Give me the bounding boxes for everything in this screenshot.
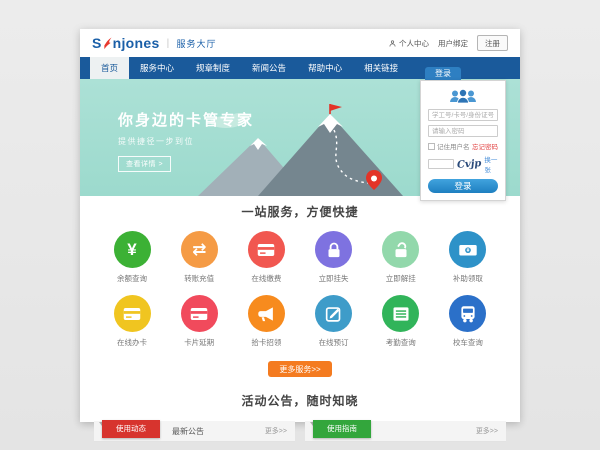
banner-text-block: 你身边的卡管专家 提供捷径一步到位 查看详情 > xyxy=(118,109,254,172)
banknote-icon xyxy=(449,231,486,268)
service-label: 卡片延期 xyxy=(171,337,227,348)
remember-label: 记住用户名 xyxy=(437,141,470,151)
users-icon xyxy=(448,87,478,105)
announcement-panel-left: 使用动态 最新公告 更多>> xyxy=(94,421,295,442)
services-row-2: 在线办卡 卡片延期 拾卡招领 在线预订 考勤查询 xyxy=(80,295,520,348)
login-form: 记住用户名 忘记密码 Cvjp 换一张 登录 xyxy=(420,80,506,201)
site-subtitle: 服务大厅 xyxy=(176,37,216,50)
forgot-password-link[interactable]: 忘记密码 xyxy=(472,141,498,151)
register-button[interactable]: 注册 xyxy=(477,35,508,51)
site-logo: S njones | 服务大厅 xyxy=(92,35,216,51)
user-binding-link[interactable]: 用户绑定 xyxy=(438,38,468,49)
nav-item-links[interactable]: 相关链接 xyxy=(353,57,409,79)
bank-card-icon xyxy=(248,231,285,268)
list-icon xyxy=(382,295,419,332)
announcements-title: 活动公告，随时知晓 xyxy=(80,392,520,409)
tab-latest-notices[interactable]: 最新公告 xyxy=(172,426,204,437)
service-label: 立即解挂 xyxy=(373,273,429,284)
service-item[interactable]: 考勤查询 xyxy=(373,295,429,348)
more-link[interactable]: 更多>> xyxy=(265,426,287,436)
transfer-icon: ⇄ xyxy=(181,231,218,268)
desktop-background: S njones | 服务大厅 个人中心 用户绑定 注册 xyxy=(0,0,600,450)
megaphone-icon xyxy=(248,295,285,332)
more-link[interactable]: 更多>> xyxy=(476,426,498,436)
tab-usage-guide[interactable]: 使用指南 xyxy=(313,420,371,438)
captcha-row: Cvjp 换一张 xyxy=(428,154,498,174)
announcements-section: 活动公告，随时知晓 使用动态 最新公告 更多>> 使用指南 更多>> xyxy=(80,392,520,442)
bank-card-icon xyxy=(114,295,151,332)
service-item[interactable]: 拾卡招领 xyxy=(238,295,294,348)
service-item[interactable]: 立即解挂 xyxy=(373,231,429,284)
unlock-icon xyxy=(382,231,419,268)
site-header: S njones | 服务大厅 个人中心 用户绑定 注册 xyxy=(80,29,520,57)
bus-icon xyxy=(449,295,486,332)
login-options: 记住用户名 忘记密码 xyxy=(428,141,498,151)
service-label: 考勤查询 xyxy=(373,337,429,348)
edit-icon xyxy=(315,295,352,332)
banner-subtitle: 提供捷径一步到位 xyxy=(118,136,254,147)
service-label: 余额查询 xyxy=(104,273,160,284)
service-item[interactable]: ⇄ 转账充值 xyxy=(171,231,227,284)
service-label: 在线办卡 xyxy=(104,337,160,348)
announcement-panels: 使用动态 最新公告 更多>> 使用指南 更多>> xyxy=(80,421,520,442)
nav-item-rules[interactable]: 规章制度 xyxy=(185,57,241,79)
login-tab[interactable]: 登录 xyxy=(425,67,461,80)
service-label: 在线缴费 xyxy=(238,273,294,284)
service-label: 校车查询 xyxy=(440,337,496,348)
services-title: 一站服务，方便快捷 xyxy=(80,203,520,220)
portal-page: S njones | 服务大厅 个人中心 用户绑定 注册 xyxy=(80,29,520,422)
banner-title: 你身边的卡管专家 xyxy=(118,109,254,130)
nav-item-help[interactable]: 帮助中心 xyxy=(297,57,353,79)
captcha-image[interactable]: Cvjp xyxy=(457,158,482,171)
hero-banner: 你身边的卡管专家 提供捷径一步到位 查看详情 > 登录 xyxy=(80,79,520,196)
services-section: 一站服务，方便快捷 ¥ 余额查询 ⇄ 转账充值 在线缴费 立即挂失 xyxy=(80,196,520,377)
lock-icon xyxy=(315,231,352,268)
user-icon xyxy=(388,39,397,48)
service-label: 拾卡招领 xyxy=(238,337,294,348)
service-label: 补助领取 xyxy=(440,273,496,284)
tab-usage-news[interactable]: 使用动态 xyxy=(102,420,160,438)
personal-center-link[interactable]: 个人中心 xyxy=(388,38,429,49)
service-item[interactable]: 补助领取 xyxy=(440,231,496,284)
announcement-panel-right: 使用指南 更多>> xyxy=(305,421,506,442)
password-input[interactable] xyxy=(428,125,498,137)
captcha-refresh-link[interactable]: 换一张 xyxy=(484,154,498,174)
services-row-1: ¥ 余额查询 ⇄ 转账充值 在线缴费 立即挂失 立即解挂 xyxy=(80,231,520,284)
login-button[interactable]: 登录 xyxy=(428,179,498,193)
service-label: 转账充值 xyxy=(171,273,227,284)
banner-cta-button[interactable]: 查看详情 > xyxy=(118,156,171,172)
service-item[interactable]: 校车查询 xyxy=(440,295,496,348)
username-input[interactable] xyxy=(428,109,498,121)
logo-divider: | xyxy=(167,38,170,49)
bank-card-icon xyxy=(181,295,218,332)
nav-item-home[interactable]: 首页 xyxy=(90,57,129,79)
service-item[interactable]: 立即挂失 xyxy=(306,231,362,284)
service-item[interactable]: 在线预订 xyxy=(306,295,362,348)
nav-item-news[interactable]: 新闻公告 xyxy=(241,57,297,79)
header-links: 个人中心 用户绑定 注册 xyxy=(388,35,508,51)
service-item[interactable]: 在线办卡 xyxy=(104,295,160,348)
login-panel: 登录 记住用户名 忘记密码 Cvjp xyxy=(420,67,506,201)
service-label: 在线预订 xyxy=(306,337,362,348)
logo-text-s: S xyxy=(92,35,102,51)
service-item[interactable]: 在线缴费 xyxy=(238,231,294,284)
captcha-input[interactable] xyxy=(428,159,454,169)
service-item[interactable]: ¥ 余额查询 xyxy=(104,231,160,284)
more-services-button[interactable]: 更多服务>> xyxy=(268,361,332,377)
remember-checkbox[interactable] xyxy=(428,143,435,150)
yen-icon: ¥ xyxy=(114,231,151,268)
logo-bolt-icon xyxy=(103,37,112,50)
logo-text-rest: njones xyxy=(113,35,160,51)
service-item[interactable]: 卡片延期 xyxy=(171,295,227,348)
nav-item-service-center[interactable]: 服务中心 xyxy=(129,57,185,79)
service-label: 立即挂失 xyxy=(306,273,362,284)
